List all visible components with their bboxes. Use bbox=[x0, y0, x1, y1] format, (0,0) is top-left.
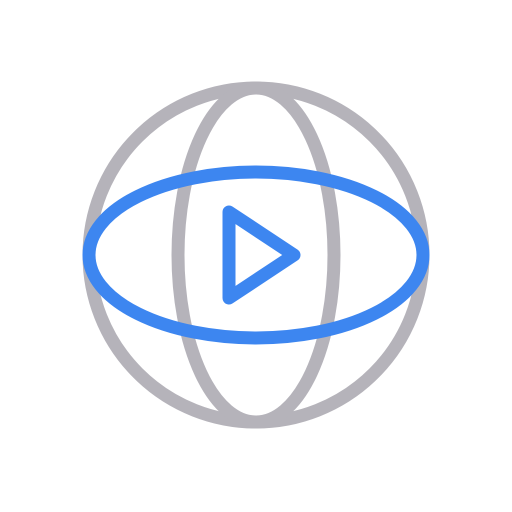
globe-outline bbox=[82, 81, 430, 429]
equator-ring bbox=[82, 165, 430, 345]
play-icon bbox=[222, 205, 301, 305]
globe-meridian bbox=[171, 81, 341, 429]
globe-video-icon bbox=[82, 81, 430, 429]
icon-canvas bbox=[0, 0, 512, 512]
